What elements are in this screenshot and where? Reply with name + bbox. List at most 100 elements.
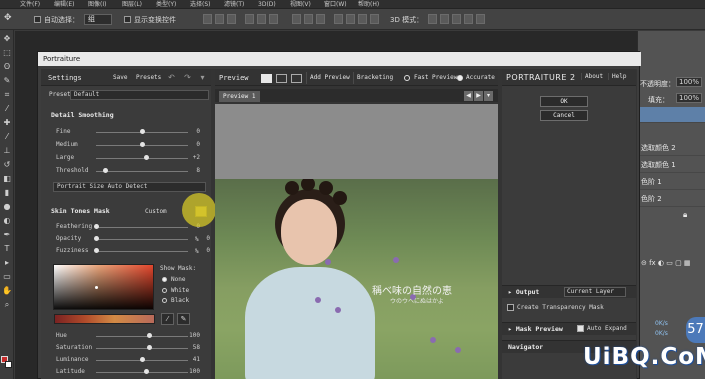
3d-slide-icon[interactable] — [464, 14, 473, 24]
slider-knob[interactable] — [146, 333, 152, 338]
slider-knob[interactable] — [93, 248, 99, 253]
panel-menu-icon[interactable]: ▾ — [197, 72, 208, 83]
bracketing-button[interactable]: Bracketing — [353, 72, 396, 84]
color-picker-point[interactable] — [95, 286, 98, 289]
slider-track[interactable] — [96, 372, 188, 373]
slider-track[interactable] — [96, 336, 188, 337]
slider-track[interactable] — [96, 348, 188, 349]
preset-dropdown[interactable]: Default — [70, 90, 209, 100]
slider-track[interactable] — [96, 251, 188, 252]
skin-color-picker[interactable] — [53, 264, 154, 310]
cancel-button[interactable]: Cancel — [540, 110, 588, 121]
menu-help[interactable]: 帮助(H) — [358, 0, 379, 9]
distribute-bottom-icon[interactable] — [316, 14, 325, 24]
show-mask-none-radio[interactable]: None — [162, 276, 202, 284]
slider-knob[interactable] — [146, 345, 152, 350]
eraser-tool-icon[interactable]: ◧ — [2, 174, 12, 184]
mask-tool-icon[interactable]: ✎ — [177, 313, 190, 325]
radio-dot[interactable] — [162, 288, 167, 293]
help-button[interactable]: Help — [608, 73, 626, 80]
preview-photo[interactable] — [215, 179, 498, 379]
slider-knob[interactable] — [139, 357, 145, 362]
dodge-tool-icon[interactable]: ◐ — [2, 216, 12, 226]
layer-panel-footer-icons[interactable]: ⊝ fx ◐ ▭ ▢ ▦ — [641, 259, 691, 267]
gradient-tool-icon[interactable]: ▮ — [2, 188, 12, 198]
auto-align-icon[interactable] — [370, 14, 379, 24]
presets-button[interactable]: Presets — [136, 74, 161, 81]
fast-preview-radio[interactable] — [404, 75, 410, 81]
redo-icon[interactable]: ↷ — [182, 72, 193, 83]
layer-row[interactable]: 选取颜色 1 — [638, 157, 705, 173]
type-tool-icon[interactable]: T — [2, 244, 12, 254]
align-top-icon[interactable] — [203, 14, 212, 24]
distribute-center-icon[interactable] — [346, 14, 355, 24]
opacity-input[interactable]: 100% — [676, 77, 702, 87]
menu-edit[interactable]: 编辑(E) — [54, 0, 74, 9]
menu-file[interactable]: 文件(F) — [20, 0, 40, 9]
hand-tool-icon[interactable]: ✋ — [2, 286, 12, 296]
speed-badge[interactable]: 57 — [686, 317, 705, 343]
crop-tool-icon[interactable]: ⌗ — [2, 90, 12, 100]
radio-dot[interactable] — [162, 277, 167, 282]
menu-type[interactable]: 类型(Y) — [156, 0, 176, 9]
slider-knob[interactable] — [139, 129, 145, 134]
3d-pan-icon[interactable] — [452, 14, 461, 24]
menu-select[interactable]: 选择(S) — [190, 0, 211, 9]
auto-expand-checkbox[interactable] — [577, 325, 584, 332]
slider-knob[interactable] — [102, 168, 108, 173]
menu-3d[interactable]: 3D(D) — [258, 0, 276, 9]
split-vertical-icon[interactable] — [291, 74, 302, 83]
align-center-icon[interactable] — [257, 14, 266, 24]
align-left-icon[interactable] — [245, 14, 254, 24]
detail-smoothing-header[interactable]: Detail Smoothing — [48, 109, 208, 121]
layer-row-selected[interactable] — [638, 107, 705, 123]
path-select-tool-icon[interactable]: ▸ — [2, 258, 12, 268]
menu-filter[interactable]: 滤镜(T) — [224, 0, 244, 9]
shape-tool-icon[interactable]: ▭ — [2, 272, 12, 282]
slider-knob[interactable] — [139, 142, 145, 147]
layer-row[interactable]: 色阶 2 — [638, 191, 705, 207]
skin-tone-swatch-bar[interactable] — [54, 314, 155, 324]
save-button[interactable]: Save — [113, 74, 127, 81]
pen-tool-icon[interactable]: ✒ — [2, 230, 12, 240]
menu-view[interactable]: 视图(V) — [290, 0, 311, 9]
portrait-size-dropdown[interactable]: Portrait Size Auto Detect — [53, 182, 206, 192]
tab-prev-icon[interactable]: ◀ — [464, 91, 473, 101]
clone-stamp-tool-icon[interactable]: ⊥ — [2, 146, 12, 156]
layer-row[interactable]: 选取颜色 2 — [638, 140, 705, 156]
slider-track[interactable] — [96, 239, 188, 240]
3d-rotate-icon[interactable] — [428, 14, 437, 24]
radio-dot[interactable] — [162, 298, 167, 303]
zoom-tool-icon[interactable]: ⌕ — [2, 300, 12, 310]
history-brush-tool-icon[interactable]: ↺ — [2, 160, 12, 170]
ok-button[interactable]: OK — [540, 96, 588, 107]
background-color-swatch[interactable] — [5, 361, 12, 368]
single-view-icon[interactable] — [261, 74, 272, 83]
tab-menu-icon[interactable]: ▾ — [484, 91, 493, 101]
align-middle-icon[interactable] — [215, 14, 224, 24]
marquee-tool-icon[interactable]: ⬚ — [2, 48, 12, 58]
lasso-tool-icon[interactable]: ʘ — [2, 62, 12, 72]
distribute-top-icon[interactable] — [292, 14, 301, 24]
slider-track[interactable] — [96, 227, 188, 228]
slider-knob[interactable] — [93, 224, 99, 229]
distribute-left-icon[interactable] — [334, 14, 343, 24]
align-right-icon[interactable] — [269, 14, 278, 24]
align-bottom-icon[interactable] — [227, 14, 236, 24]
about-button[interactable]: About — [581, 73, 603, 80]
menu-window[interactable]: 窗口(W) — [324, 0, 347, 9]
healing-brush-tool-icon[interactable]: ✚ — [2, 118, 12, 128]
distribute-right-icon[interactable] — [358, 14, 367, 24]
blur-tool-icon[interactable]: ● — [2, 202, 12, 212]
add-preview-button[interactable]: Add Preview — [306, 72, 353, 84]
transparency-mask-checkbox[interactable] — [507, 304, 514, 311]
brush-tool-icon[interactable]: ⁄ — [2, 132, 12, 142]
quick-select-tool-icon[interactable]: ✎ — [2, 76, 12, 86]
output-dropdown[interactable]: Current Layer — [564, 287, 626, 297]
fill-input[interactable]: 100% — [676, 93, 702, 103]
tab-next-icon[interactable]: ▶ — [474, 91, 483, 101]
tab-preview-1[interactable]: Preview 1 — [219, 91, 260, 102]
menu-image[interactable]: 图像(I) — [88, 0, 106, 9]
split-horizontal-icon[interactable] — [276, 74, 287, 83]
slider-knob[interactable] — [144, 369, 150, 374]
